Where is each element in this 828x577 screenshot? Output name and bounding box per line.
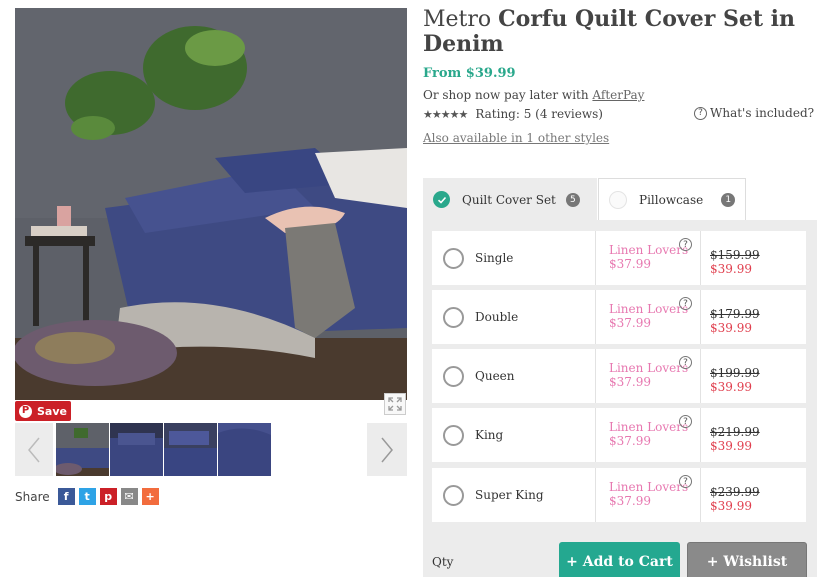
product-title: Metro Corfu Quilt Cover Set in Denim	[423, 7, 823, 57]
size-option-row[interactable]: King Linen Lovers $37.99 ? $219.99 $39.9…	[432, 408, 806, 462]
product-brand: Metro	[423, 7, 492, 32]
twitter-icon[interactable]: t	[78, 488, 96, 505]
size-label: Single	[475, 251, 514, 265]
size-label: Super King	[475, 488, 544, 502]
question-icon[interactable]: ?	[679, 475, 692, 488]
question-icon[interactable]: ?	[679, 415, 692, 428]
tab-count-badge: 1	[721, 193, 736, 207]
was-price: $239.99	[710, 485, 760, 499]
check-icon	[433, 191, 450, 208]
price-cell: $199.99 $39.99	[702, 349, 806, 403]
size-option[interactable]: Double	[432, 290, 596, 344]
thumbnail-image[interactable]	[110, 423, 163, 476]
was-price: $159.99	[710, 248, 760, 262]
pinterest-save-button[interactable]: P Save	[15, 401, 71, 421]
size-option-row[interactable]: Double Linen Lovers $37.99 ? $179.99 $39…	[432, 290, 806, 344]
sale-price: $39.99	[710, 321, 752, 335]
question-icon[interactable]: ?	[679, 297, 692, 310]
size-option-row[interactable]: Super King Linen Lovers $37.99 ? $239.99…	[432, 468, 806, 522]
tab-label: Quilt Cover Set	[462, 192, 556, 207]
size-option[interactable]: Queen	[432, 349, 596, 403]
pinterest-icon[interactable]: p	[99, 488, 117, 505]
afterpay-text: Or shop now pay later with	[423, 88, 589, 102]
radio-button[interactable]	[443, 365, 464, 387]
radio-button[interactable]	[443, 484, 464, 506]
thumbnail-image[interactable]	[164, 423, 217, 476]
carousel-next-button[interactable]	[367, 423, 407, 476]
promo-price: $37.99	[609, 375, 651, 389]
tab-pillowcase[interactable]: Pillowcase 1	[598, 178, 746, 221]
afterpay-line: Or shop now pay later with AfterPay	[423, 88, 644, 102]
radio-button[interactable]	[443, 306, 464, 328]
promo-price-cell: Linen Lovers $37.99 ?	[597, 349, 701, 403]
chevron-left-icon	[28, 437, 40, 462]
was-price: $219.99	[710, 425, 760, 439]
whats-included-link[interactable]: ? What's included?	[694, 106, 814, 120]
plus-icon[interactable]: +	[141, 488, 159, 505]
add-to-cart-button[interactable]: + Add to Cart	[559, 542, 680, 577]
whats-included-label: What's included?	[710, 106, 815, 120]
question-icon: ?	[694, 106, 707, 120]
thumbnail-carousel	[15, 423, 407, 476]
question-icon[interactable]: ?	[679, 356, 692, 369]
was-price: $179.99	[710, 307, 760, 321]
promo-price: $37.99	[609, 434, 651, 448]
size-option-row[interactable]: Queen Linen Lovers $37.99 ? $199.99 $39.…	[432, 349, 806, 403]
promo-price: $37.99	[609, 494, 651, 508]
size-label: Queen	[475, 369, 515, 383]
email-icon[interactable]: ✉	[120, 488, 138, 505]
chevron-right-icon	[381, 437, 393, 462]
size-label: Double	[475, 310, 519, 324]
unchecked-icon	[609, 191, 627, 209]
sale-price: $39.99	[710, 439, 752, 453]
price-cell: $159.99 $39.99	[702, 231, 806, 285]
expand-icon[interactable]	[384, 393, 406, 415]
share-bar: Share f t p ✉ +	[15, 488, 159, 505]
sale-price: $39.99	[710, 499, 752, 513]
rating-row: ★★★★★ Rating: 5 (4 reviews)	[423, 107, 603, 121]
tab-count-badge: 5	[565, 192, 580, 207]
promo-price: $37.99	[609, 316, 651, 330]
thumbnail-image[interactable]	[56, 423, 109, 476]
promo-price-cell: Linen Lovers $37.99 ?	[597, 408, 701, 462]
size-option[interactable]: King	[432, 408, 596, 462]
size-option[interactable]: Super King	[432, 468, 596, 522]
sale-price: $39.99	[710, 380, 752, 394]
price-from: From $39.99	[423, 66, 516, 81]
afterpay-link[interactable]: AfterPay	[592, 88, 644, 102]
thumbnail-image[interactable]	[218, 423, 271, 476]
pinterest-icon: P	[19, 404, 32, 418]
star-rating-icon: ★★★★★	[423, 107, 468, 121]
promo-price-cell: Linen Lovers $37.99 ?	[597, 231, 701, 285]
carousel-prev-button[interactable]	[15, 423, 53, 476]
rating-text[interactable]: Rating: 5 (4 reviews)	[475, 107, 603, 121]
promo-price-cell: Linen Lovers $37.99 ?	[597, 468, 701, 522]
size-option[interactable]: Single	[432, 231, 596, 285]
product-main-image[interactable]	[15, 8, 407, 400]
qty-label: Qty	[432, 555, 454, 569]
share-label: Share	[15, 489, 50, 504]
facebook-icon[interactable]: f	[57, 488, 75, 505]
pinterest-save-label: Save	[37, 404, 67, 418]
radio-button[interactable]	[443, 424, 464, 446]
sale-price: $39.99	[710, 262, 752, 276]
price-cell: $219.99 $39.99	[702, 408, 806, 462]
size-option-row[interactable]: Single Linen Lovers $37.99 ? $159.99 $39…	[432, 231, 806, 285]
size-label: King	[475, 428, 504, 442]
price-cell: $239.99 $39.99	[702, 468, 806, 522]
price-cell: $179.99 $39.99	[702, 290, 806, 344]
tab-quilt-cover-set[interactable]: Quilt Cover Set 5	[423, 178, 597, 221]
promo-price-cell: Linen Lovers $37.99 ?	[597, 290, 701, 344]
promo-price: $37.99	[609, 257, 651, 271]
was-price: $199.99	[710, 366, 760, 380]
wishlist-button[interactable]: + Wishlist	[687, 542, 807, 577]
tab-label: Pillowcase	[639, 193, 704, 207]
other-styles-link[interactable]: Also available in 1 other styles	[423, 131, 609, 145]
question-icon[interactable]: ?	[679, 238, 692, 251]
radio-button[interactable]	[443, 247, 464, 269]
